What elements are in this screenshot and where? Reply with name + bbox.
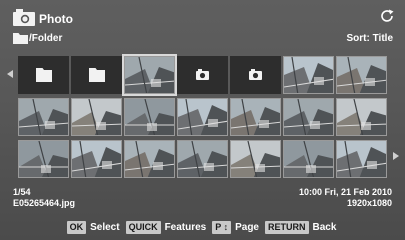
selected-photo-thumbnail[interactable] <box>122 54 177 96</box>
quick-key-label: Features <box>164 222 207 233</box>
photo-thumbnail[interactable] <box>336 56 387 94</box>
photo-thumbnail[interactable] <box>283 140 334 178</box>
folder-thumbnail[interactable] <box>18 56 69 94</box>
photo-thumbnail-image <box>337 141 386 177</box>
photo-thumbnail-image <box>125 57 174 93</box>
quick-key-badge[interactable]: QUICK <box>125 221 161 234</box>
photo-thumbnail[interactable] <box>71 98 122 136</box>
return-key-label: Back <box>312 222 337 233</box>
ok-key-badge[interactable]: OK <box>66 221 87 234</box>
camera-icon <box>249 69 262 80</box>
page-key-badge[interactable]: P ↕ <box>212 221 232 234</box>
folder-icon <box>89 68 105 82</box>
photo-placeholder-thumbnail[interactable] <box>177 56 228 94</box>
folder-path: /Folder <box>29 32 63 44</box>
photo-thumbnail-image <box>284 141 333 177</box>
photo-thumbnail-image <box>19 99 68 135</box>
photo-thumbnail[interactable] <box>18 98 69 136</box>
chevron-left-icon[interactable] <box>7 70 13 78</box>
chevron-right-icon[interactable] <box>393 152 399 160</box>
folder-icon <box>13 32 28 44</box>
photo-thumbnail[interactable] <box>283 98 334 136</box>
folder-thumbnail[interactable] <box>71 56 122 94</box>
thumbnail-grid <box>18 54 387 179</box>
photo-thumbnail[interactable] <box>283 56 334 94</box>
photo-thumbnail-image <box>231 141 280 177</box>
ok-key-label: Select <box>90 222 120 233</box>
photo-thumbnail[interactable] <box>124 98 175 136</box>
photo-thumbnail[interactable] <box>124 140 175 178</box>
app-title: Photo <box>39 12 73 26</box>
file-datetime: 10:00 Fri, 21 Feb 2010 <box>298 187 392 197</box>
breadcrumb: /Folder <box>13 31 62 45</box>
photo-thumbnail-image <box>284 99 333 135</box>
camera-icon <box>13 9 35 26</box>
photo-thumbnail-image <box>19 141 68 177</box>
file-name: E05265464.jpg <box>13 198 76 208</box>
photo-thumbnail[interactable] <box>177 140 228 178</box>
refresh-icon[interactable] <box>379 8 395 24</box>
photo-thumbnail[interactable] <box>71 140 122 178</box>
file-info: 1/54 E05265464.jpg <box>13 187 75 209</box>
photo-thumbnail-image <box>178 141 227 177</box>
item-position: 1/54 <box>13 187 31 197</box>
folder-icon <box>36 68 52 82</box>
file-details: 10:00 Fri, 21 Feb 2010 1920x1080 <box>299 187 392 209</box>
photo-thumbnail-image <box>178 99 227 135</box>
sort-label[interactable]: Sort: Title <box>347 33 393 44</box>
header-bar: Photo /Folder Sort: Title <box>0 0 405 50</box>
return-key-badge[interactable]: RETURN <box>265 221 309 234</box>
photo-placeholder-thumbnail[interactable] <box>230 56 281 94</box>
photo-thumbnail-image <box>284 57 333 93</box>
photo-thumbnail-image <box>125 99 174 135</box>
photo-thumbnail-image <box>125 141 174 177</box>
camera-icon <box>196 69 209 80</box>
file-resolution: 1920x1080 <box>346 198 392 208</box>
photo-thumbnail-image <box>72 99 121 135</box>
photo-thumbnail[interactable] <box>336 98 387 136</box>
photo-thumbnail-image <box>337 57 386 93</box>
page-key-label: Page <box>235 222 259 233</box>
photo-thumbnail[interactable] <box>18 140 69 178</box>
help-bar: OK Select QUICK Features P ↕ Page RETURN… <box>0 215 405 240</box>
photo-thumbnail[interactable] <box>230 98 281 136</box>
photo-thumbnail[interactable] <box>177 98 228 136</box>
photo-thumbnail-image <box>337 99 386 135</box>
photo-thumbnail[interactable] <box>230 140 281 178</box>
photo-thumbnail-image <box>231 99 280 135</box>
photo-thumbnail[interactable] <box>336 140 387 178</box>
photo-thumbnail-image <box>72 141 121 177</box>
photo-browser-screen: Photo /Folder Sort: Title 1/54 E05265464… <box>0 0 405 240</box>
